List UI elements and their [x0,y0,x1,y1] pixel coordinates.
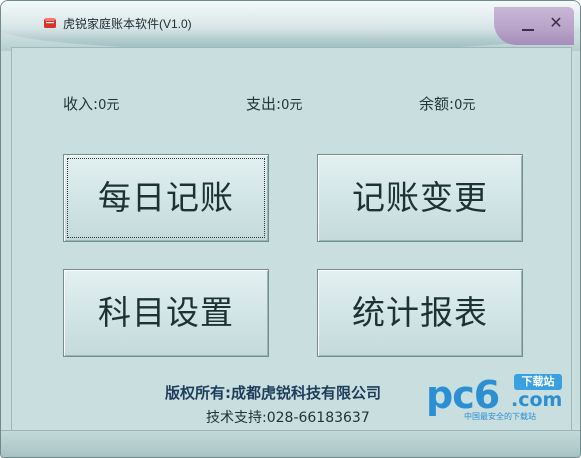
app-window: 虎锐家庭账本软件(V1.0) ✕ 收入:0元 支出:0元 余额:0元 每日记账 … [0,0,581,458]
logo-brand-com: .com [511,389,563,411]
copyright-text: 版权所有:成都虎锐科技有限公司 [165,384,382,402]
support-phone-text: 技术支持:028-66183637 [206,410,370,426]
income-value: 0元 [98,98,120,113]
expense-label: 支出: [246,95,282,113]
window-controls: ✕ [494,7,574,45]
balance-value: 0元 [454,98,476,113]
ledger-book-icon [44,18,56,28]
bookkeeping-change-button[interactable]: 记账变更 [317,154,523,242]
title-bar[interactable]: 虎锐家庭账本软件(V1.0) ✕ [1,1,580,51]
close-icon[interactable]: ✕ [546,13,566,33]
expense-value: 0元 [281,98,303,113]
expense-summary: 支出:0元 [246,93,302,114]
daily-bookkeeping-button[interactable]: 每日记账 [63,154,269,242]
income-label: 收入: [63,95,99,113]
balance-summary: 余额:0元 [419,93,475,114]
logo-brand-main: pc6 [426,373,500,417]
statistics-report-button[interactable]: 统计报表 [317,269,523,357]
window-title: 虎锐家庭账本软件(V1.0) [63,17,192,31]
logo-brand-badge: 下载站 [514,374,562,390]
income-summary: 收入:0元 [63,93,119,114]
pc6-watermark-logo: pc6 下载站 .com 中国最安全的下载站 [426,371,568,423]
logo-brand-slogan: 中国最安全的下载站 [464,412,536,421]
subject-settings-button[interactable]: 科目设置 [63,269,269,357]
balance-label: 余额: [419,95,455,113]
minimize-icon[interactable] [522,19,534,31]
bottom-bar [1,430,580,457]
